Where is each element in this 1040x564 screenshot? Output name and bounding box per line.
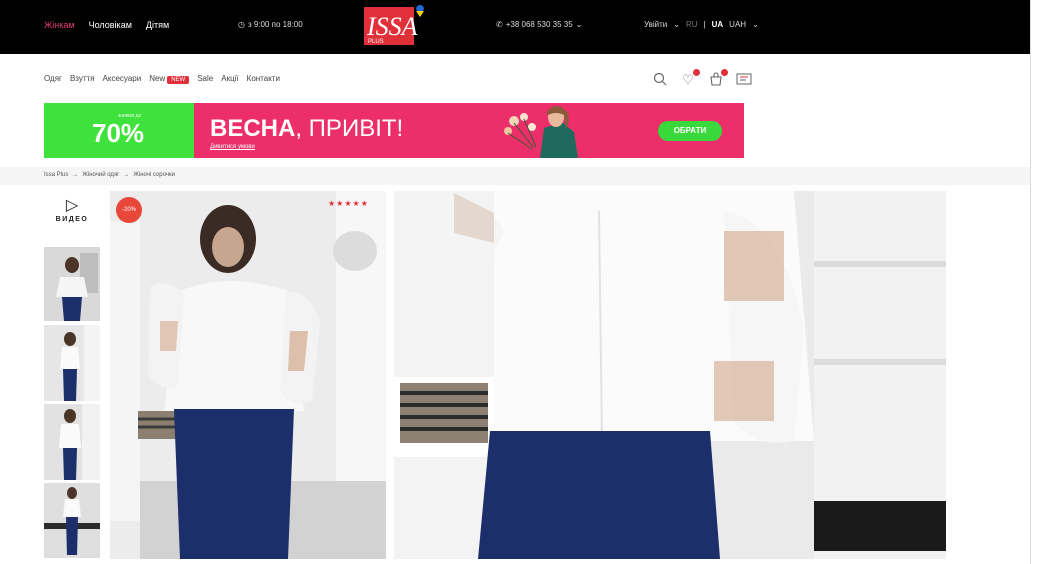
logo-plus: PLUS [368,39,384,45]
wishlist-icon[interactable]: ♡ [680,69,700,88]
thumb-shirt [63,499,81,517]
currency-select[interactable]: UAH [729,20,746,29]
main-left-panel [110,221,140,521]
main-vase [138,411,178,439]
working-hours: ◷ з 9:00 по 18:00 [238,20,303,29]
phone[interactable]: ✆ +38 068 530 35 35 ⌄ [496,20,582,29]
menu-item-contacts[interactable]: Контакти [247,74,280,83]
breadcrumb-womens-shirts: Жіночі сорочки [133,172,175,178]
banner-title-bold: ВЕСНА [210,115,296,142]
phone-icon: ✆ [496,20,503,29]
top-nav: Жінкам Чоловікам Дітям [44,20,169,30]
menu-item-clothes[interactable]: Одяг [44,74,62,83]
thumbnail-4[interactable] [44,483,100,558]
cart-dot [721,69,728,76]
breadcrumb-separator: → [72,172,79,178]
cart-icon[interactable] [708,69,728,88]
banner-title: ВЕСНА, ПРИВІТ! [210,115,403,143]
main-face [212,227,244,267]
phone-number: +38 068 530 35 35 [505,20,573,29]
banner-flower-1 [509,116,519,126]
bonus-icon[interactable] [736,72,752,88]
breadcrumb-womens-clothing[interactable]: Жіночий одяг [82,172,119,178]
banner-percent: 70% [92,118,145,148]
thumb-hair [64,332,76,346]
breadcrumb-separator: → [123,172,130,178]
thumb-wall [82,404,100,480]
clock-icon: ◷ [238,20,245,29]
chevron-down-icon: ⌄ [752,20,759,29]
thumbnail-2[interactable] [44,325,100,401]
chevron-down-icon: ⌄ [673,20,680,29]
play-icon: ▷ [65,197,79,214]
hours-text: з 9:00 по 18:00 [247,20,303,29]
wishlist-dot [693,69,700,76]
zoom-molding-2 [814,359,946,365]
main-lace-left [160,321,178,351]
header-icons: ♡ [652,69,752,88]
search-icon[interactable] [652,72,668,88]
new-badge: NEW [167,76,190,84]
main-flowers [333,231,377,271]
zoom-lace-upper [724,231,784,301]
thumbnail-1[interactable] [44,247,100,321]
main-pants [174,409,294,559]
zoom-lace-lower [714,361,774,421]
thumb-pants [66,517,78,555]
lang-ua[interactable]: UA [712,20,724,29]
logo[interactable]: ISSA PLUS [362,5,426,49]
chevron-down-icon: ⌄ [575,20,583,29]
nav-kids[interactable]: Дітям [146,20,169,30]
menu-item-sale[interactable]: Sale [197,74,213,83]
thumb-hair [67,487,77,499]
scrollbar[interactable] [1030,0,1040,564]
menu-item-new[interactable]: New NEW [149,74,190,84]
banner-flower-3 [504,127,512,135]
nav-men[interactable]: Чоловікам [89,20,132,30]
video-button[interactable]: ▷ ВИДЕО [46,196,98,236]
zoom-molding-1 [814,261,946,267]
search-glyph [653,72,667,86]
video-label: ВИДЕО [55,216,89,223]
promo-banner[interactable]: знижки до 70% ВЕСНА, ПРИВІТ! Дивитися ум… [44,103,744,158]
thumb-shirt [60,347,80,369]
banner-model-photo [444,103,584,158]
thumb-shirt [56,277,88,297]
rating-stars[interactable]: ★★★★★ [328,199,369,208]
menu-item-accessories[interactable]: Аксесуари [103,74,142,83]
account-area: Увійти ⌄ RU | UA UAH ⌄ [644,20,759,29]
thumb-pants [63,369,77,401]
banner-choose-button[interactable]: ОБРАТИ [658,121,722,141]
banner-conditions-link[interactable]: Дивитися умови [210,144,255,150]
menu-item-promotions[interactable]: Акції [221,74,238,83]
product-zoom-image[interactable] [394,191,946,559]
thumb-pants [62,297,82,321]
zoom-pants [478,431,720,559]
zoom-fireplace [814,501,946,551]
thumbnail-3[interactable] [44,404,100,480]
breadcrumb-home[interactable]: Issa Plus [44,172,68,178]
thumb-pants [63,448,77,480]
banner-title-rest: , ПРИВІТ! [295,115,404,142]
bonus-glyph [736,73,752,85]
nav-women[interactable]: Жінкам [44,20,75,30]
thumb-shirt [59,424,81,448]
login-link[interactable]: Увійти [644,20,667,29]
thumb-hair [64,409,76,423]
main-menu: Одяг Взуття Аксесуари New NEW Sale Акції … [44,74,280,84]
menu-item-shoes[interactable]: Взуття [70,74,95,83]
logo-text: ISSA [366,12,418,41]
banner-discount-block: знижки до 70% [44,103,194,158]
thumb-hair [65,257,79,273]
banner-flower-4 [528,123,536,131]
product-main-image[interactable] [110,191,386,559]
thumb-wall [84,325,100,401]
menu-item-new-label: New [149,74,166,83]
lang-ru[interactable]: RU [686,20,698,29]
lang-divider: | [703,20,706,29]
sale-badge: -20% [116,197,142,223]
top-bar: Жінкам Чоловікам Дітям ◷ з 9:00 по 18:00… [0,0,1030,54]
breadcrumb: Issa Plus → Жіночий одяг → Жіночі сорочк… [44,172,175,178]
